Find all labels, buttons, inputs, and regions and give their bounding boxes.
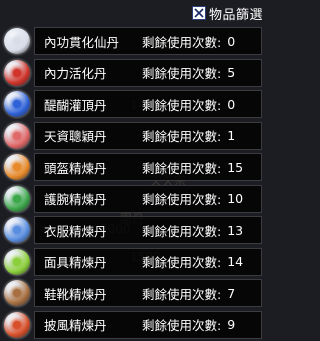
item-name: 內功貫化仙丹 (44, 34, 120, 50)
remaining-uses-label: 剩餘使用次數: (142, 129, 222, 144)
remaining-uses-count: 7 (227, 285, 236, 301)
item-entry[interactable]: 披風精煉丹 剩餘使用次數: 9 (34, 310, 262, 339)
remaining-uses-count: 1 (227, 128, 236, 143)
item-filter-toggle[interactable]: 物品篩選 (191, 4, 263, 23)
pill-core (13, 68, 21, 77)
item-entry[interactable]: 天資聰穎丹 剩餘使用次數: 1 (34, 121, 262, 150)
pill-orb-icon[interactable] (4, 280, 30, 306)
pill-orb-icon[interactable] (4, 91, 30, 117)
remaining-uses-label: 剩餘使用次數: (142, 192, 222, 207)
pill-core (13, 257, 21, 266)
filter-checkbox[interactable] (191, 6, 206, 20)
item-row: 內功貫化仙丹 剩餘使用次數: 0 (0, 26, 262, 57)
pill-core (13, 37, 21, 45)
item-entry[interactable]: 面具精煉丹 剩餘使用次數: 14 (34, 247, 262, 276)
remaining-uses-count: 9 (227, 317, 236, 332)
item-row: 天資聰穎丹 剩餘使用次數: 1 (0, 121, 262, 152)
item-entry[interactable]: 醍醐灌頂丹 剩餘使用次數: 0 (34, 90, 262, 118)
item-row: 醍醐灌頂丹 剩餘使用次數: 0 (0, 89, 262, 120)
remaining-uses-label: 剩餘使用次數: (142, 34, 222, 50)
pill-core (13, 100, 21, 108)
item-name: 面具精煉丹 (44, 255, 107, 270)
remaining-uses-label: 剩餘使用次數: (142, 97, 222, 113)
item-name: 天資聰穎丹 (44, 129, 107, 144)
item-name: 內力活化丹 (44, 66, 107, 81)
pill-core (13, 131, 21, 140)
remaining-uses-count: 15 (227, 159, 244, 175)
pill-orb-icon[interactable] (4, 122, 30, 149)
item-row: 內力活化丹 剩餘使用次數: 5 (0, 58, 262, 89)
remaining-uses-label: 剩餘使用次數: (142, 318, 222, 333)
remaining-uses-count: 13 (227, 222, 244, 238)
item-row: 面具精煉丹 剩餘使用次數: 14 (0, 247, 262, 278)
pill-core (13, 289, 21, 297)
item-row: 披風精煉丹 剩餘使用次數: 9 (0, 310, 262, 341)
pill-core (13, 226, 21, 234)
remaining-uses-count: 0 (227, 96, 236, 112)
remaining-uses-count: 10 (227, 191, 244, 206)
item-name: 鞋靴精煉丹 (44, 286, 107, 302)
remaining-uses-count: 5 (227, 65, 236, 80)
remaining-uses-count: 0 (227, 33, 236, 49)
filter-label: 物品篩選 (208, 7, 263, 23)
item-entry[interactable]: 頭盔精煉丹 剩餘使用次數: 15 (34, 153, 262, 181)
pill-orb-icon[interactable] (4, 311, 30, 338)
item-name: 護腕精煉丹 (44, 192, 107, 207)
remaining-uses-label: 剩餘使用次數: (142, 223, 222, 239)
item-name: 披風精煉丹 (44, 318, 107, 333)
pill-item-list: 內功貫化仙丹 剩餘使用次數: 0 內力活化丹 剩餘使用次數: 5 醍醐灌頂丹 剩餘使用次數: 0… (0, 26, 262, 341)
remaining-uses-label: 剩餘使用次數: (142, 255, 222, 270)
item-row: 衣服精煉丹 剩餘使用次數: 13 (0, 215, 262, 246)
pill-core (13, 320, 21, 329)
remaining-uses-label: 剩餘使用次數: (142, 286, 222, 302)
pill-core (13, 194, 21, 203)
item-row: 護腕精煉丹 剩餘使用次數: 10 (0, 184, 262, 215)
item-row: 頭盔精煉丹 剩餘使用次數: 15 (0, 152, 262, 183)
pill-orb-icon[interactable] (4, 59, 30, 86)
item-name: 醍醐灌頂丹 (44, 97, 107, 113)
item-name: 衣服精煉丹 (44, 223, 107, 239)
check-x-icon (194, 8, 204, 18)
item-entry[interactable]: 鞋靴精煉丹 剩餘使用次數: 7 (34, 279, 262, 307)
item-name: 頭盔精煉丹 (44, 160, 107, 176)
remaining-uses-label: 剩餘使用次數: (142, 66, 222, 81)
item-entry[interactable]: 內力活化丹 剩餘使用次數: 5 (34, 58, 262, 87)
panel-header: 物品篩選 (0, 0, 267, 26)
remaining-uses-label: 剩餘使用次數: (142, 160, 222, 176)
item-entry[interactable]: 衣服精煉丹 剩餘使用次數: 13 (34, 216, 262, 244)
pill-orb-icon[interactable] (4, 28, 30, 54)
pill-orb-icon[interactable] (4, 185, 30, 212)
pill-orb-icon[interactable] (4, 248, 30, 275)
pill-orb-icon[interactable] (4, 217, 30, 243)
remaining-uses-count: 14 (227, 254, 244, 269)
pill-orb-icon[interactable] (4, 154, 30, 180)
item-entry[interactable]: 護腕精煉丹 剩餘使用次數: 10 (34, 184, 262, 213)
pill-core (13, 163, 21, 171)
item-row: 鞋靴精煉丹 剩餘使用次數: 7 (0, 278, 262, 309)
item-entry[interactable]: 內功貫化仙丹 剩餘使用次數: 0 (34, 27, 262, 55)
